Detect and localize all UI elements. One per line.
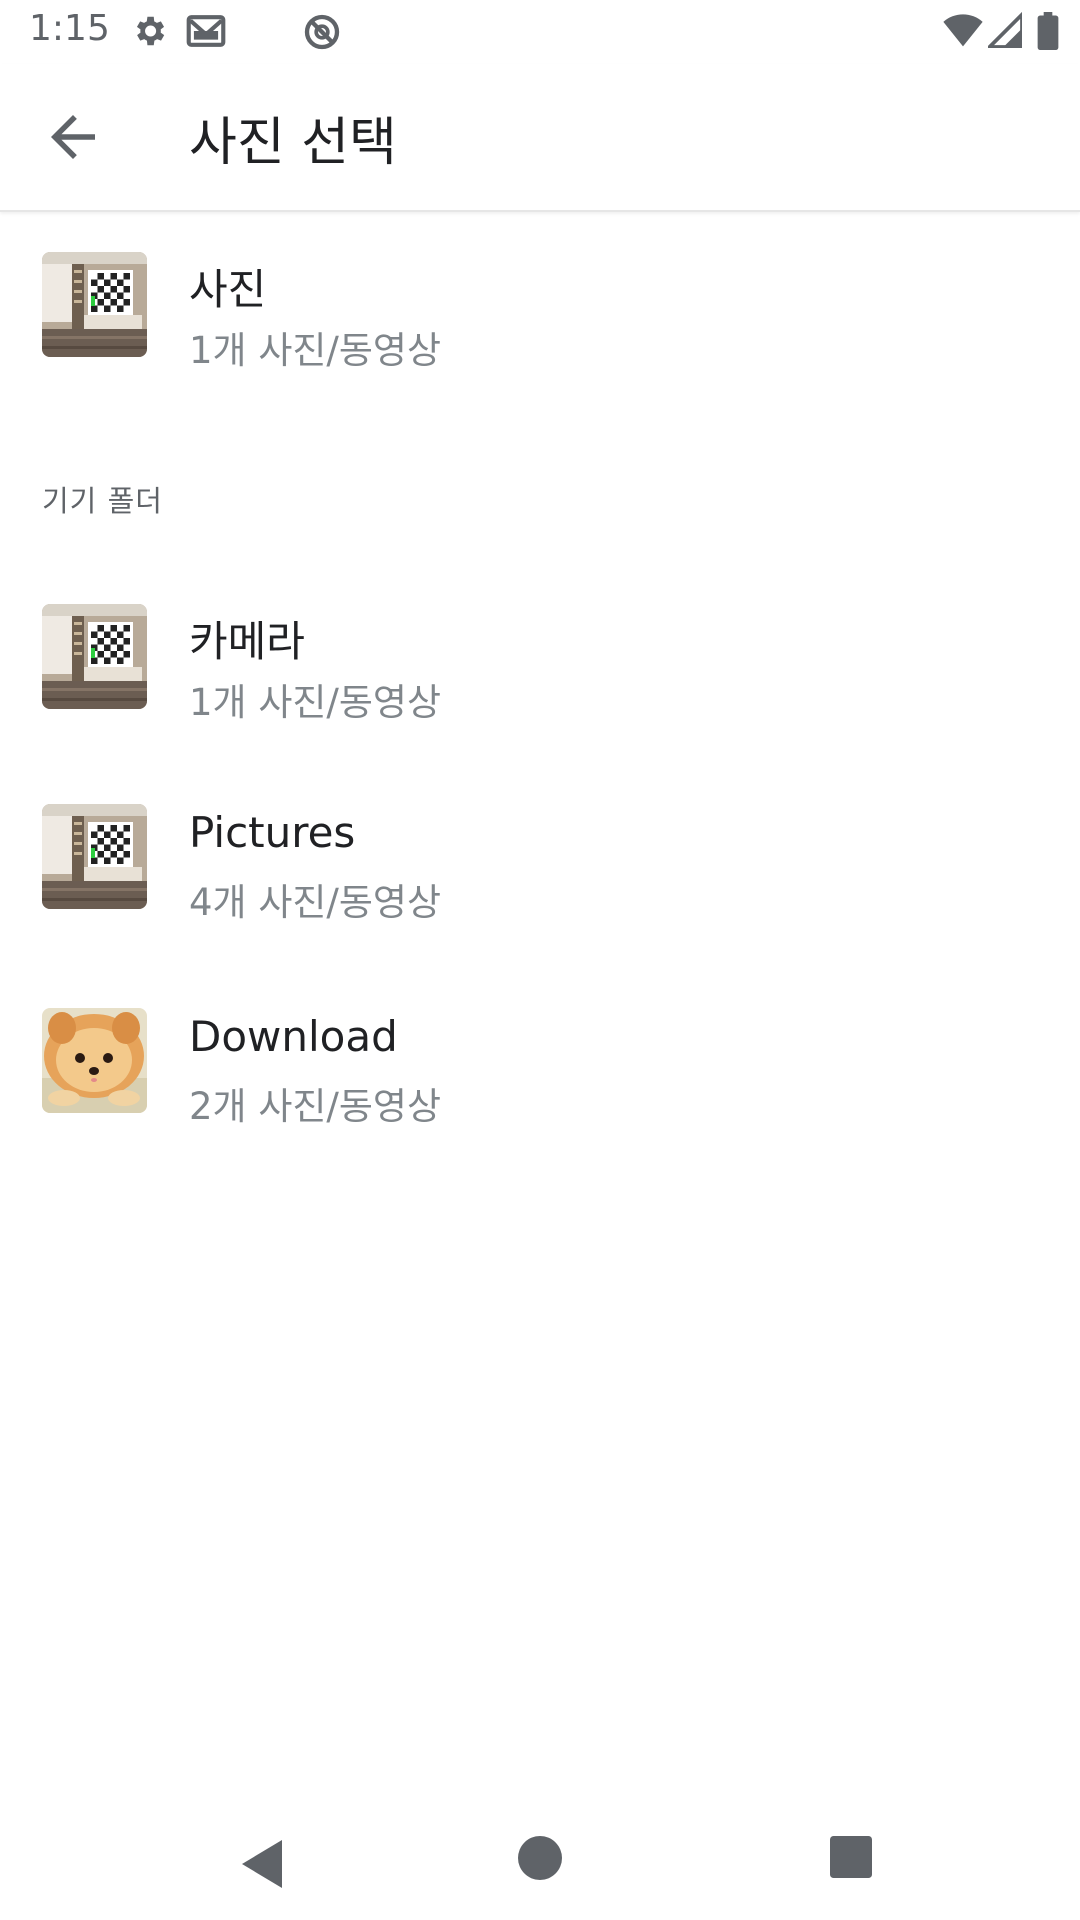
status-bar: 1:15: [0, 0, 1080, 64]
gmail-icon: [185, 12, 227, 50]
battery-icon: [1037, 12, 1059, 50]
recents-square-icon[interactable]: [830, 1836, 890, 1896]
signal-icon: [988, 12, 1022, 48]
settings-icon: [130, 12, 168, 50]
album-row-photos[interactable]: 사진 1개 사진/동영상: [0, 230, 1080, 380]
album-count: 1개 사진/동영상: [189, 329, 442, 372]
living-room-tv-thumbnail: [42, 604, 147, 709]
sync-icon: [302, 12, 342, 52]
section-header-device-folders: 기기 폴더: [42, 484, 163, 518]
status-time: 1:15: [29, 8, 110, 49]
screen: 1:15 사진 선택 사진 1개 사진/동영상 기기 폴더 카메라 1개 사진/…: [0, 0, 1080, 1920]
album-row-pictures[interactable]: Pictures 4개 사진/동영상: [0, 786, 1080, 936]
pomeranian-dog-thumbnail: [42, 1008, 147, 1113]
living-room-tv-thumbnail: [42, 252, 147, 357]
album-name: 사진: [189, 265, 267, 314]
system-nav-bar: [0, 1810, 1080, 1920]
app-bar: 사진 선택: [0, 64, 1080, 212]
album-name: Download: [189, 1012, 398, 1061]
back-triangle-icon[interactable]: [238, 1836, 298, 1896]
album-name: Pictures: [189, 808, 356, 857]
back-button[interactable]: [40, 104, 106, 170]
album-row-download[interactable]: Download 2개 사진/동영상: [0, 990, 1080, 1140]
home-circle-icon[interactable]: [518, 1836, 578, 1896]
album-name: 카메라: [189, 617, 305, 666]
page-title: 사진 선택: [189, 113, 397, 173]
arrow-back-icon: [51, 115, 95, 159]
album-row-camera[interactable]: 카메라 1개 사진/동영상: [0, 582, 1080, 732]
album-count: 1개 사진/동영상: [189, 681, 442, 724]
living-room-tv-thumbnail: [42, 804, 147, 909]
album-count: 2개 사진/동영상: [189, 1085, 442, 1128]
album-count: 4개 사진/동영상: [189, 881, 442, 924]
wifi-icon: [943, 12, 983, 48]
